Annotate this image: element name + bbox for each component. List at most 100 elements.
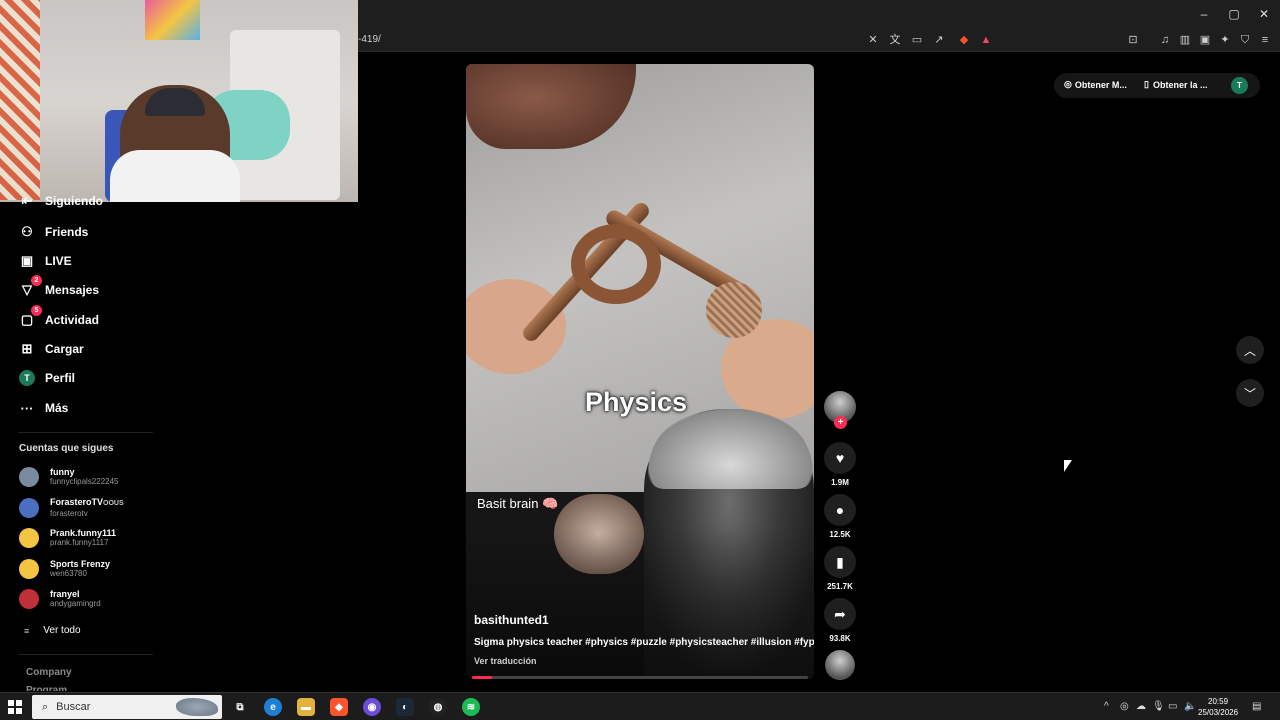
sidebar-item-perfil[interactable]: T Perfil xyxy=(18,367,75,389)
file-explorer-icon[interactable]: ▬ xyxy=(297,698,315,716)
creator-avatar: + xyxy=(824,391,856,429)
account-name: ForasteroTV xyxy=(50,497,104,507)
account-handle: wen63780 xyxy=(50,569,87,578)
comment-count: 12.5K xyxy=(829,530,851,539)
divider xyxy=(18,432,153,433)
cloud-icon[interactable]: ☁ xyxy=(1136,701,1146,712)
steam-icon[interactable]: ◐ xyxy=(396,698,414,716)
taskbar-search[interactable]: ⌕ Buscar xyxy=(32,695,222,719)
obs-icon[interactable]: ◍ xyxy=(429,698,447,716)
like-button[interactable]: ♥ 1.9M xyxy=(822,442,858,487)
mouse-cursor xyxy=(1064,460,1072,472)
chevron-up-icon: ︿ xyxy=(1243,343,1256,358)
account-handle: prank.funny1117 xyxy=(50,538,109,547)
sidebar-item-mensajes[interactable]: ▽ 2 Mensajes xyxy=(18,275,99,301)
vpn-icon[interactable]: ⛉ xyxy=(1239,34,1251,46)
network-icon[interactable]: ▭ xyxy=(1168,701,1177,712)
footer-company-link[interactable]: Company xyxy=(26,667,72,678)
account-handle: andygamingrd xyxy=(50,599,101,608)
clock-date: 25/03/2026 xyxy=(1198,708,1239,717)
sidebar-item-label: Friends xyxy=(45,225,89,239)
chevron-down-icon: ﹀ xyxy=(1243,386,1256,401)
windows-start-icon[interactable] xyxy=(8,700,22,714)
media-icon[interactable]: ♫ xyxy=(1159,34,1171,46)
friends-icon: ⚇ xyxy=(21,224,33,239)
video-overlay-text: Physics xyxy=(584,387,688,417)
tray-app-icon[interactable]: ◎ xyxy=(1120,701,1129,712)
edge-icon[interactable]: e xyxy=(264,698,282,716)
system-clock[interactable]: 20:59 25/03/2026 xyxy=(1198,696,1238,718)
live-icon: ▣ xyxy=(20,253,34,268)
sidebar-item-cargar[interactable]: ⊞ Cargar xyxy=(18,338,84,360)
share-icon[interactable]: ↗ xyxy=(933,34,945,46)
get-app-button[interactable]: ▯ Obtener la ... xyxy=(1144,79,1207,90)
task-view-icon[interactable]: ⧉ xyxy=(231,698,249,716)
sidebar-item-label: Más xyxy=(45,401,69,415)
sound-avatar-button[interactable] xyxy=(822,650,858,680)
share-button[interactable]: ➦ 93.8K xyxy=(822,598,858,643)
sidebar-item-live[interactable]: ▣ LIVE xyxy=(18,250,72,272)
avatar xyxy=(19,528,39,548)
footer-program-link[interactable]: Program xyxy=(26,685,67,691)
avatar xyxy=(19,467,39,487)
list-icon: ≡ xyxy=(24,625,30,636)
save-button[interactable]: ▮ 251.7K xyxy=(822,546,858,591)
account-item-franyel[interactable]: franyel andygamingrd xyxy=(19,585,101,613)
microphone-icon[interactable]: 🎙 xyxy=(1152,701,1165,712)
menu-icon[interactable]: ≡ xyxy=(1259,34,1271,46)
account-item-sports-frenzy[interactable]: Sports Frenzy wen63780 xyxy=(19,555,110,583)
following-accounts-title: Cuentas que sigues xyxy=(19,443,114,454)
brave-rewards-icon[interactable]: ▲ xyxy=(980,34,992,46)
account-item-funny[interactable]: funny funnyclipals222245 xyxy=(19,463,119,491)
url-text[interactable]: -419/ xyxy=(358,34,381,45)
wallet-icon[interactable]: ▣ xyxy=(1199,34,1211,46)
video-author[interactable]: basithunted1 xyxy=(474,613,549,627)
sidebar-item-actividad[interactable]: ▢ 5 Actividad xyxy=(18,305,100,331)
next-video-button[interactable]: ﹀ xyxy=(1236,379,1264,407)
account-name: Sports Frenzy xyxy=(50,559,111,569)
account-item-prank-funny[interactable]: Prank.funny111 prank.funny1117 xyxy=(19,524,116,552)
volume-icon[interactable]: 🔈 xyxy=(1184,701,1196,712)
share-count: 93.8K xyxy=(829,634,851,643)
cast-icon[interactable]: ▭ xyxy=(911,34,923,46)
tray-chevron-icon[interactable]: ^ xyxy=(1104,701,1109,712)
get-coins-button[interactable]: ◎ Obtener M... xyxy=(1064,79,1127,90)
user-avatar[interactable]: T xyxy=(1231,77,1248,94)
translate-icon[interactable]: 文 xyxy=(889,34,901,46)
sidebar-item-friends[interactable]: ⚇ Friends xyxy=(18,221,88,243)
upload-icon: ⊞ xyxy=(21,341,33,356)
app-icon[interactable]: ◉ xyxy=(363,698,381,716)
spotify-icon[interactable]: ≋ xyxy=(462,698,480,716)
account-item-forasterotv[interactable]: ForasteroTVOOUS forasterotv xyxy=(19,494,124,522)
sidebar-item-siguiendo[interactable]: ⇤ Siguiendo xyxy=(18,192,103,210)
video-progress-bar[interactable] xyxy=(472,676,808,679)
brave-shield-icon[interactable]: ◆ xyxy=(958,34,970,46)
sidebar-item-mas[interactable]: ··· Más xyxy=(18,397,69,419)
sidebar-item-label: Actividad xyxy=(45,313,100,327)
account-name: funny xyxy=(50,467,75,477)
translate-link[interactable]: Ver traducción xyxy=(474,656,537,666)
mute-tab-icon[interactable]: ✕ xyxy=(867,34,879,46)
video-description: Sigma physics teacher #physics #puzzle #… xyxy=(474,637,814,648)
comment-button[interactable]: ● 12.5K xyxy=(822,494,858,539)
restore-icon[interactable]: ▢ xyxy=(1222,4,1246,24)
profile-avatar: T xyxy=(19,370,35,386)
search-highlight-image xyxy=(176,698,218,716)
follow-plus-icon[interactable]: + xyxy=(834,416,847,429)
sidebar-icon[interactable]: ▥ xyxy=(1179,34,1191,46)
previous-video-button[interactable]: ︿ xyxy=(1236,336,1264,364)
close-icon[interactable]: ✕ xyxy=(1252,4,1276,24)
notification-badge: 5 xyxy=(31,305,42,316)
creator-avatar-button[interactable]: + xyxy=(822,391,858,429)
clock-time: 20:59 xyxy=(1208,697,1229,706)
avatar xyxy=(19,498,39,518)
notifications-icon[interactable]: ▤ xyxy=(1252,701,1261,712)
coin-icon: ◎ xyxy=(1064,79,1072,89)
see-all-link[interactable]: ≡ Ver todo xyxy=(24,625,81,636)
leo-icon[interactable]: ✦ xyxy=(1219,34,1231,46)
save-count: 251.7K xyxy=(827,582,853,591)
screenshot-icon[interactable]: ⊡ xyxy=(1127,34,1139,46)
video-player[interactable]: Physics Basit brain 🧠 basithunted1 Sigma… xyxy=(466,64,814,679)
minimize-icon[interactable]: – xyxy=(1192,4,1216,24)
brave-icon[interactable]: ◆ xyxy=(330,698,348,716)
